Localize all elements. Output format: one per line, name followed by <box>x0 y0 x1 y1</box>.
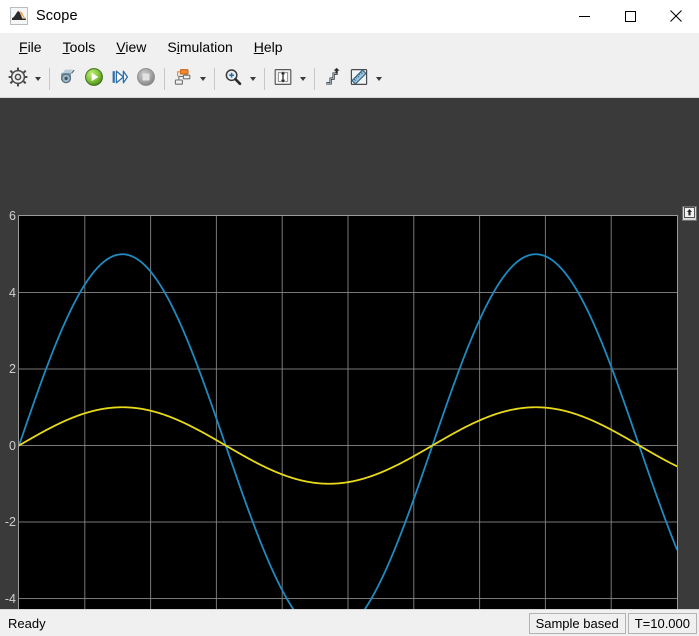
waveform-svg <box>19 216 677 609</box>
stop-button[interactable] <box>133 66 159 92</box>
gear-icon <box>8 67 28 92</box>
expand-axes-icon <box>684 205 695 223</box>
y-tick-label: -4 <box>4 591 16 606</box>
y-tick-label: 4 <box>9 285 16 300</box>
print-button[interactable] <box>55 66 81 92</box>
autoscale-icon <box>273 67 293 92</box>
matlab-scope-icon <box>10 7 28 25</box>
scope-window: Scope File Tools View Simulation Help 6 … <box>0 0 699 636</box>
zoom-dropdown[interactable] <box>246 67 259 91</box>
stop-icon <box>136 67 156 92</box>
menu-tools[interactable]: Tools <box>53 36 107 58</box>
menu-bar: File Tools View Simulation Help <box>0 33 699 61</box>
chevron-down-icon <box>34 77 41 81</box>
y-tick-label: 2 <box>9 362 16 376</box>
signal-selection-button[interactable] <box>170 66 196 92</box>
toolbar-separator <box>314 68 315 90</box>
y-tick-label: 6 <box>9 209 16 223</box>
minimize-button[interactable] <box>561 0 607 33</box>
cursor-icon <box>323 67 343 92</box>
y-tick-label: -2 <box>4 515 16 529</box>
step-forward-icon <box>110 67 130 92</box>
window-title: Scope <box>36 8 78 24</box>
toolbar-separator <box>49 68 50 90</box>
configuration-properties-button[interactable] <box>5 66 31 92</box>
chevron-down-icon <box>199 77 206 81</box>
toolbar-separator <box>264 68 265 90</box>
print-icon <box>58 67 78 92</box>
menu-simulation[interactable]: Simulation <box>157 36 243 58</box>
maximize-button[interactable] <box>607 0 653 33</box>
title-bar: Scope <box>0 0 699 33</box>
cursor-measurements-button[interactable] <box>320 66 346 92</box>
ruler-icon <box>349 67 369 92</box>
status-sample-mode: Sample based <box>528 612 626 634</box>
plot-canvas[interactable] <box>18 215 678 609</box>
signal-selector-icon <box>173 67 193 92</box>
chevron-down-icon <box>375 77 382 81</box>
zoom-in-icon <box>223 67 243 92</box>
window-controls <box>561 0 699 33</box>
status-ready-label: Ready <box>8 615 46 631</box>
autoscale-dropdown[interactable] <box>296 67 309 91</box>
zoom-button[interactable] <box>220 66 246 92</box>
chevron-down-icon <box>299 77 306 81</box>
close-button[interactable] <box>653 0 699 33</box>
toolbar-separator <box>214 68 215 90</box>
menu-file[interactable]: File <box>9 36 53 58</box>
menu-help[interactable]: Help <box>244 36 294 58</box>
measurements-button[interactable] <box>346 66 372 92</box>
status-time: T=10.000 <box>627 612 697 634</box>
grid-lines <box>19 216 677 609</box>
expand-axes-button[interactable] <box>682 206 697 221</box>
configuration-properties-dropdown[interactable] <box>31 67 44 91</box>
play-icon <box>84 67 104 92</box>
chevron-down-icon <box>249 77 256 81</box>
scope-plot-region: 6420-2-4-6 012345678910 <box>0 98 699 609</box>
toolbar <box>0 61 699 98</box>
step-forward-button[interactable] <box>107 66 133 92</box>
measurements-dropdown[interactable] <box>372 67 385 91</box>
menu-view[interactable]: View <box>106 36 157 58</box>
autoscale-button[interactable] <box>270 66 296 92</box>
status-bar: Ready Sample based T=10.000 <box>0 609 699 636</box>
run-button[interactable] <box>81 66 107 92</box>
y-tick-label: 0 <box>9 438 16 453</box>
toolbar-separator <box>164 68 165 90</box>
signal-selection-dropdown[interactable] <box>196 67 209 91</box>
